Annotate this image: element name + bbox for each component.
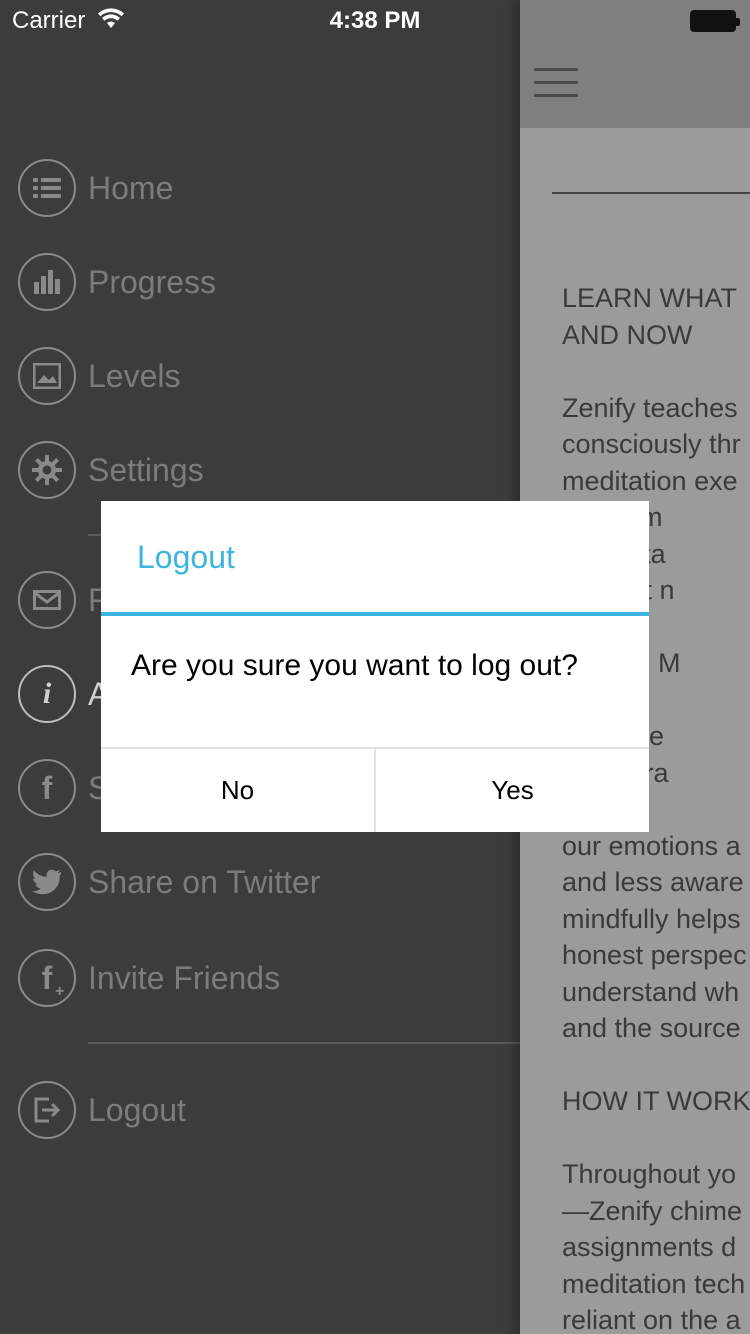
yes-button[interactable]: Yes bbox=[374, 749, 649, 832]
dialog-buttons: No Yes bbox=[101, 747, 649, 832]
dialog-title: Logout bbox=[137, 539, 235, 575]
dialog-message: Are you sure you want to log out? bbox=[131, 649, 578, 682]
battery-icon bbox=[690, 10, 740, 32]
status-bar: Carrier 4:38 PM bbox=[0, 0, 750, 40]
status-time: 4:38 PM bbox=[329, 7, 421, 34]
no-button[interactable]: No bbox=[101, 749, 374, 832]
logout-dialog: Logout Are you sure you want to log out?… bbox=[101, 501, 649, 832]
dialog-title-divider bbox=[101, 612, 649, 616]
